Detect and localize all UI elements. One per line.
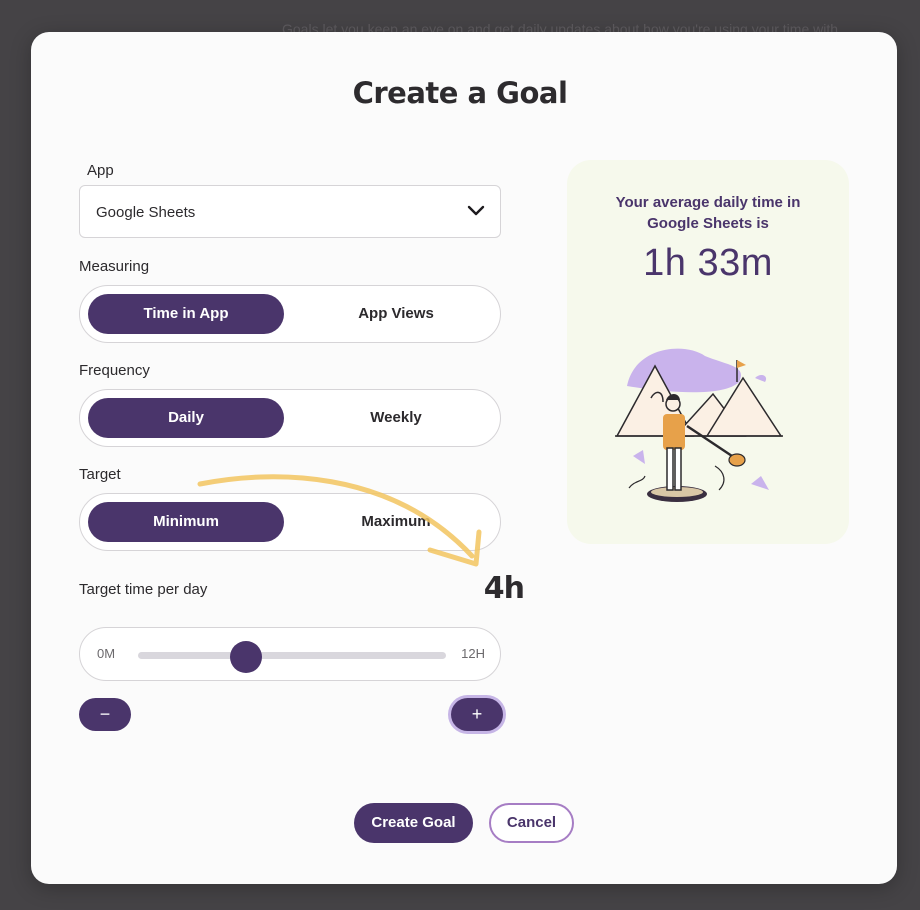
frequency-option-daily[interactable]: Daily — [88, 398, 284, 438]
slider-track[interactable] — [138, 652, 446, 659]
slider-max-label: 12H — [461, 646, 485, 661]
frequency-option-weekly[interactable]: Weekly — [298, 398, 494, 438]
modal-title: Create a Goal — [352, 76, 568, 110]
average-time-card: Your average daily time in Google Sheets… — [567, 160, 849, 544]
annotation-arrow-icon — [197, 474, 482, 567]
target-time-slider: 0M 12H — [79, 627, 501, 681]
decrement-button[interactable]: − — [79, 698, 131, 731]
app-select-value: Google Sheets — [96, 204, 196, 221]
measuring-option-time-in-app[interactable]: Time in App — [88, 294, 284, 334]
target-label: Target — [79, 466, 121, 483]
average-time-description: Your average daily time in Google Sheets… — [615, 194, 801, 232]
measuring-option-app-views[interactable]: App Views — [298, 294, 494, 334]
create-goal-button[interactable]: Create Goal — [354, 803, 473, 843]
frequency-toggle: Daily Weekly — [79, 389, 501, 447]
chevron-down-icon — [467, 205, 485, 216]
frequency-label: Frequency — [79, 362, 150, 379]
app-select[interactable]: Google Sheets — [79, 185, 501, 238]
cancel-button[interactable]: Cancel — [489, 803, 574, 843]
target-time-label: Target time per day — [79, 581, 208, 598]
increment-button[interactable]: + — [451, 698, 503, 731]
slider-min-label: 0M — [97, 646, 116, 661]
paddleboard-illustration-icon — [615, 348, 783, 502]
slider-thumb[interactable] — [229, 641, 262, 673]
measuring-label: Measuring — [79, 258, 150, 275]
average-time-value: 1h 33m — [643, 242, 773, 284]
app-label: App — [87, 162, 114, 179]
measuring-toggle: Time in App App Views — [79, 285, 501, 343]
